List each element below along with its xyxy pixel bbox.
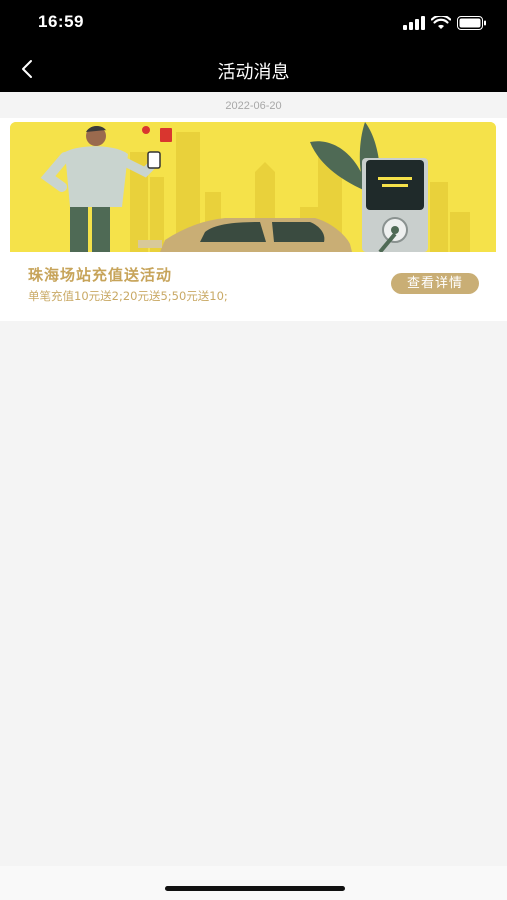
activity-title: 珠海场站充值送活动 <box>28 266 173 284</box>
activity-description: 单笔充值10元送2;20元送5;50元送10; <box>28 289 228 303</box>
battery-icon <box>457 16 486 30</box>
red-envelope-illustration <box>160 128 172 142</box>
status-time: 16:59 <box>38 12 84 31</box>
charging-station-illustration <box>362 158 428 252</box>
message-date: 2022-06-20 <box>225 100 282 112</box>
wifi-icon <box>431 16 451 29</box>
signal-icon <box>403 16 425 30</box>
status-bar: 16:59 <box>0 0 507 46</box>
status-icons <box>403 14 487 32</box>
nav-bar: 活动消息 <box>0 46 507 92</box>
page-title: 活动消息 <box>217 62 290 83</box>
activity-banner-image <box>10 122 496 252</box>
view-details-button[interactable]: 查看详情 <box>391 273 479 294</box>
home-indicator <box>165 886 345 891</box>
activity-card[interactable]: 珠海场站充值送活动 单笔充值10元送2;20元送5;50元送10; 查看详情 <box>0 118 507 321</box>
bottom-safe-area <box>0 866 507 900</box>
